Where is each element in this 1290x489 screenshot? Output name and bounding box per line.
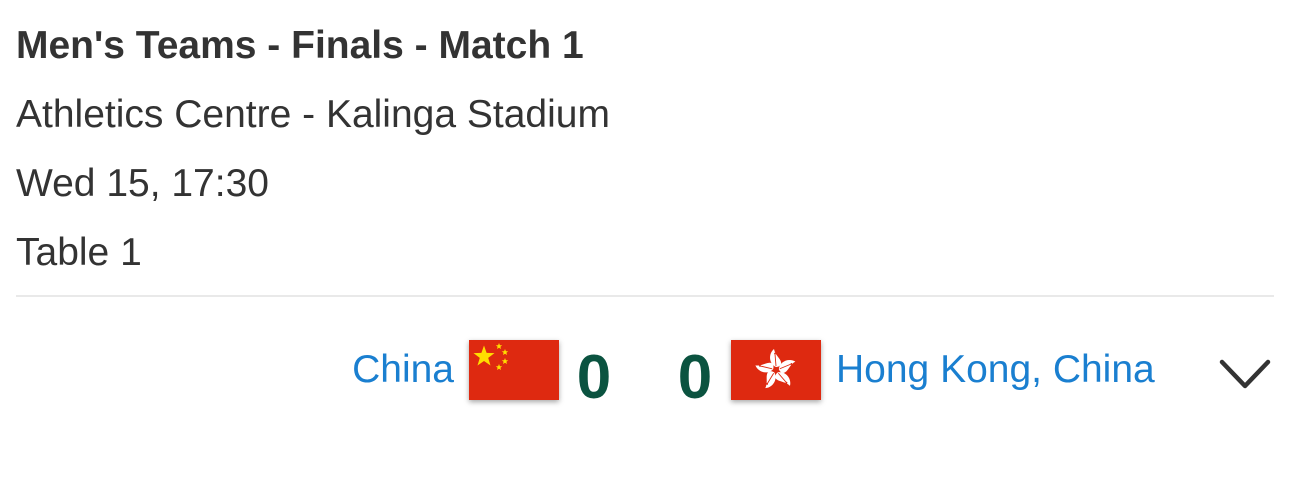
match-score-row[interactable]: China 0 0 Hong Kong, China bbox=[0, 330, 1290, 412]
hong-kong-flag-icon[interactable] bbox=[731, 340, 821, 400]
china-flag-icon[interactable] bbox=[469, 340, 559, 400]
chevron-down-icon[interactable] bbox=[1218, 354, 1272, 394]
home-team-link[interactable]: China bbox=[352, 346, 454, 394]
match-title: Men's Teams - Finals - Match 1 bbox=[16, 24, 584, 67]
match-datetime: Wed 15, 17:30 bbox=[16, 162, 269, 205]
away-score: 0 bbox=[677, 343, 713, 412]
match-venue: Athletics Centre - Kalinga Stadium bbox=[16, 93, 610, 136]
match-table: Table 1 bbox=[16, 231, 142, 274]
divider bbox=[16, 295, 1274, 297]
away-team-link[interactable]: Hong Kong, China bbox=[836, 346, 1155, 394]
home-score: 0 bbox=[576, 343, 612, 412]
